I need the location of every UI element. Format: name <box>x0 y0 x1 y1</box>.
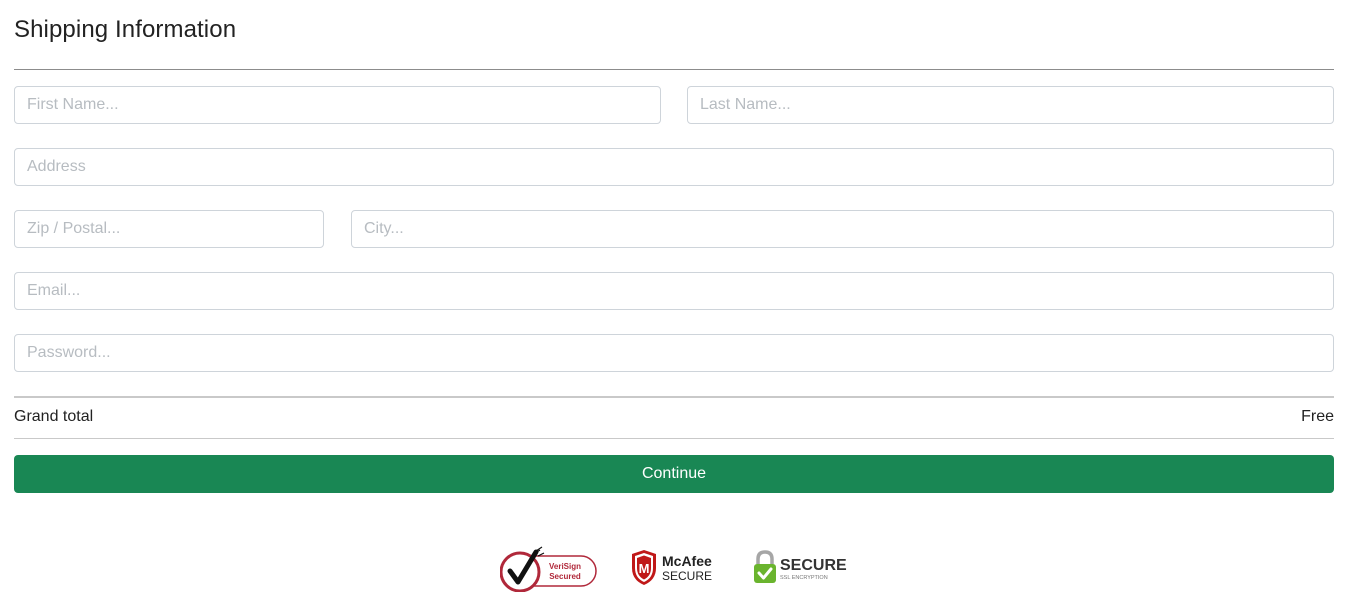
email-input[interactable] <box>14 272 1334 310</box>
mcafee-line1: McAfee <box>662 553 712 569</box>
mcafee-secure-logo: M McAfee SECURE <box>632 550 712 585</box>
password-input[interactable] <box>14 334 1334 372</box>
verisign-line2: Secured <box>549 572 581 581</box>
first-name-input[interactable] <box>14 86 661 124</box>
last-name-input[interactable] <box>687 86 1334 124</box>
address-input[interactable] <box>14 148 1334 186</box>
mcafee-mark: M <box>639 561 650 576</box>
verisign-line1: VeriSign <box>549 562 581 571</box>
verisign-secured-logo: VeriSign Secured <box>500 546 597 592</box>
total-divider-top <box>14 396 1334 398</box>
ssl-line2: SSL ENCRYPTION <box>780 575 828 581</box>
zip-postal-input[interactable] <box>14 210 324 248</box>
trust-badges: VeriSign Secured M McAfee SECURE SECURE … <box>500 538 850 593</box>
city-input[interactable] <box>351 210 1334 248</box>
continue-button[interactable]: Continue <box>14 455 1334 493</box>
padlock-check-icon: SECURE SSL ENCRYPTION <box>754 550 847 583</box>
page-title: Shipping Information <box>14 16 237 43</box>
grand-total-value: Free <box>1301 408 1334 425</box>
ssl-line1: SECURE <box>780 557 847 574</box>
mcafee-line2: SECURE <box>662 569 712 583</box>
shipping-form-page: Shipping Information Grand total Free Co… <box>0 0 1357 595</box>
title-divider <box>14 69 1334 70</box>
grand-total-label: Grand total <box>14 408 94 425</box>
total-divider-bottom <box>14 438 1334 439</box>
